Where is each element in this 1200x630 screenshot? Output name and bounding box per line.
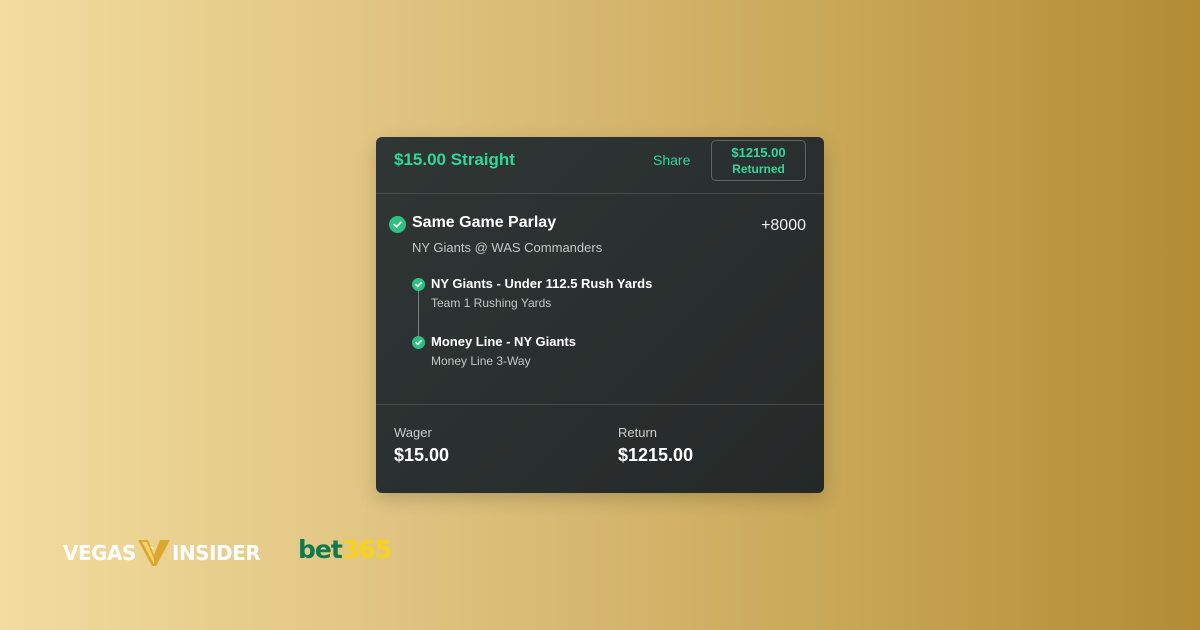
leg-connector-line <box>418 289 419 341</box>
check-circle-icon <box>389 216 406 233</box>
parlay-odds: +8000 <box>761 217 806 234</box>
return-label: Return <box>618 425 658 440</box>
leg-market: Money Line 3-Way <box>431 354 531 368</box>
wager-label: Wager <box>394 425 432 440</box>
vegas-insider-v-icon <box>137 540 170 566</box>
vegas-insider-logo: VEGAS INSIDER <box>63 538 261 568</box>
bet-slip-header: $15.00 Straight Share $1215.00 Returned <box>376 137 824 194</box>
returned-amount: $1215.00 <box>731 145 786 160</box>
wager-value: $15.00 <box>394 445 450 465</box>
bet365-logo: bet365 <box>298 535 392 564</box>
vegas-insider-wordmark-right: INSIDER <box>171 541 261 565</box>
vegas-insider-wordmark-left: VEGAS <box>63 541 136 565</box>
check-circle-icon <box>412 336 425 349</box>
parlay-name: Same Game Parlay <box>412 214 557 231</box>
returned-badge: $1215.00 Returned <box>711 140 806 181</box>
leg-title: NY Giants - Under 112.5 Rush Yards <box>431 276 653 291</box>
bet-type-title: $15.00 Straight <box>394 150 515 169</box>
bet-slip-footer: Wager $15.00 Return $1215.00 <box>376 404 824 493</box>
returned-label: Returned <box>732 162 785 176</box>
bet-slip-card: $15.00 Straight Share $1215.00 Returned … <box>376 137 824 493</box>
check-circle-icon <box>412 278 425 291</box>
return-value: $1215.00 <box>618 445 694 465</box>
parlay-matchup: NY Giants @ WAS Commanders <box>412 240 603 255</box>
leg-market: Team 1 Rushing Yards <box>431 296 552 310</box>
bet365-logo-bet: bet <box>298 535 343 564</box>
share-button[interactable]: Share <box>653 152 690 168</box>
leg-title: Money Line - NY Giants <box>431 334 576 349</box>
bet365-logo-number: 365 <box>341 535 392 564</box>
